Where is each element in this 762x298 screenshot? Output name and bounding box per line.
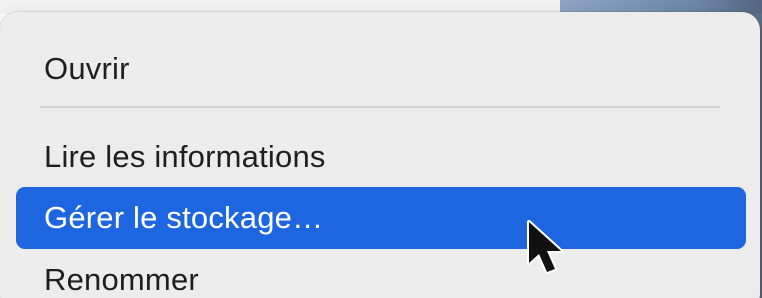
menu-item-rename-label: Renommer bbox=[44, 262, 199, 297]
menu-item-manage-storage[interactable]: Gérer le stockage… bbox=[16, 187, 746, 249]
menu-item-open-label: Ouvrir bbox=[44, 51, 130, 86]
menu-item-manage-storage-label: Gérer le stockage… bbox=[44, 200, 324, 235]
menu-item-rename[interactable]: Renommer bbox=[16, 249, 746, 298]
context-menu: Ouvrir Lire les informations Gérer le st… bbox=[0, 12, 760, 298]
mouse-pointer-icon bbox=[527, 220, 563, 274]
menu-item-get-info-label: Lire les informations bbox=[44, 139, 326, 174]
menu-separator bbox=[40, 106, 720, 108]
menu-item-get-info[interactable]: Lire les informations bbox=[16, 126, 746, 188]
menu-item-open[interactable]: Ouvrir bbox=[16, 38, 746, 100]
